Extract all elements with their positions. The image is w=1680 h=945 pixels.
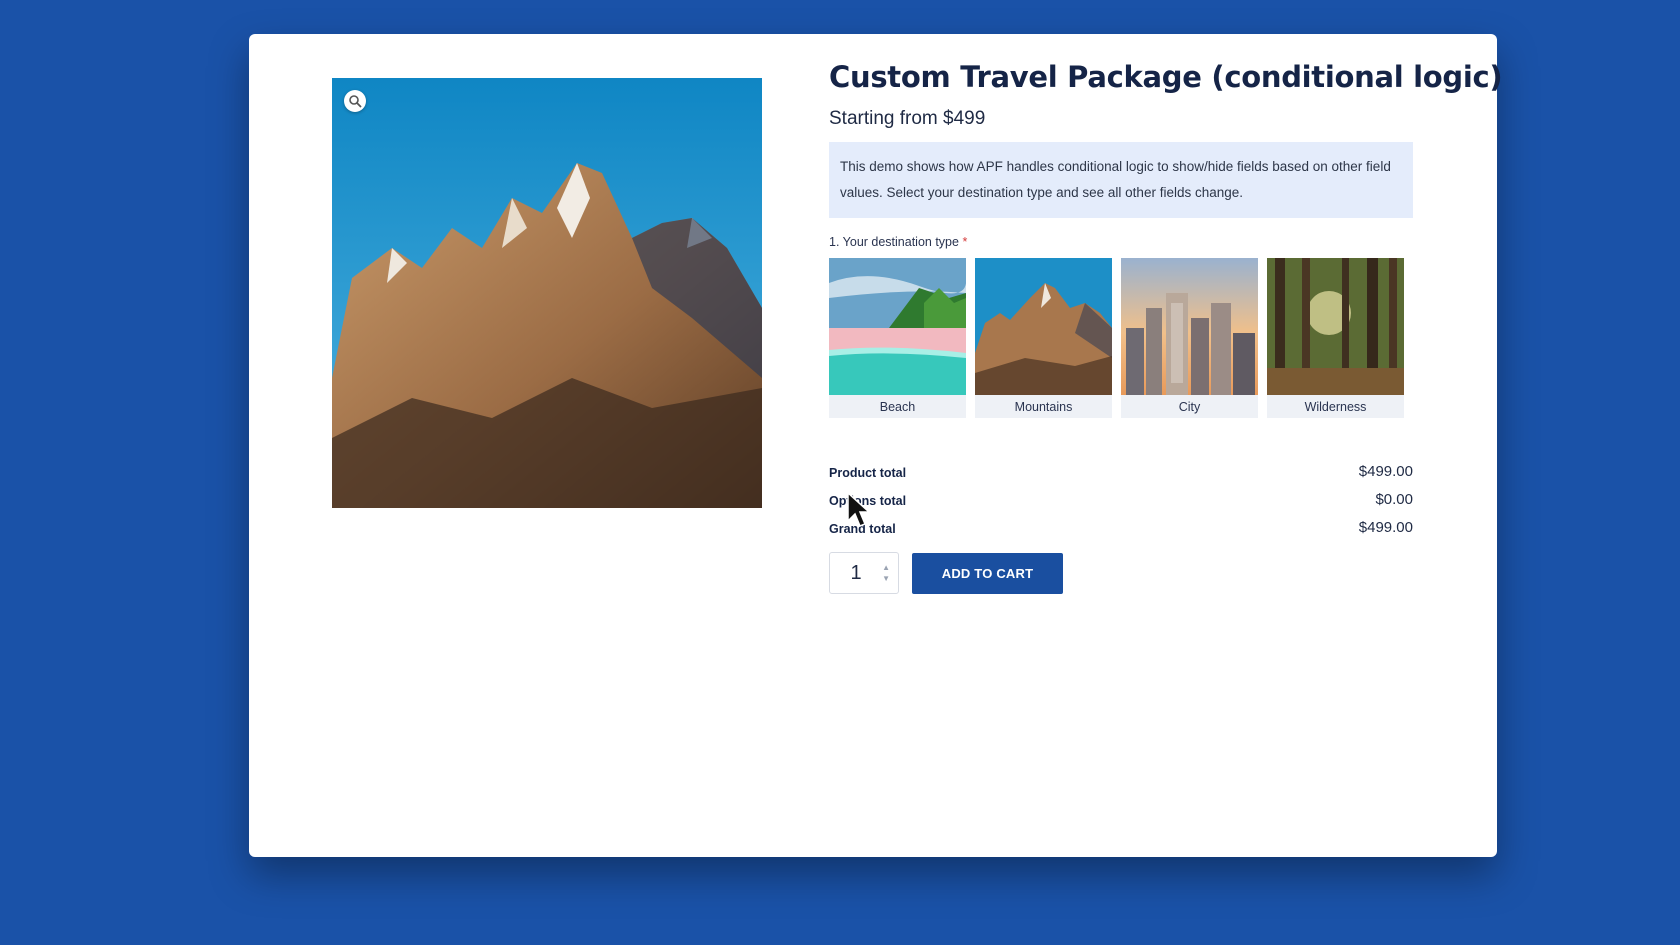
mountains-thumbnail xyxy=(975,258,1112,395)
option-label: Mountains xyxy=(1014,400,1073,414)
mountain-photo xyxy=(332,78,762,508)
option-city[interactable]: City xyxy=(1121,258,1258,418)
option-label: Wilderness xyxy=(1304,400,1367,414)
mouse-cursor-icon xyxy=(847,491,870,527)
grand-total-row: Grand total $499.00 xyxy=(829,508,1413,536)
option-beach[interactable]: Beach xyxy=(829,258,966,418)
product-total-label: Product total xyxy=(829,466,907,480)
product-card: Custom Travel Package (conditional logic… xyxy=(249,34,1503,857)
zoom-button[interactable] xyxy=(344,90,366,112)
product-total-value: $499.00 xyxy=(1358,463,1413,480)
option-label: Beach xyxy=(879,400,916,414)
info-notice: This demo shows how APF handles conditio… xyxy=(829,142,1413,218)
destination-label-text: 1. Your destination type xyxy=(829,235,959,249)
quantity-stepper[interactable]: ▲▼ xyxy=(829,552,899,594)
quantity-input[interactable] xyxy=(834,560,878,586)
destination-options: Beach Mountains City Wilderness xyxy=(829,258,1413,418)
product-details: Custom Travel Package (conditional logic… xyxy=(829,60,1503,594)
options-total-value: $0.00 xyxy=(1375,491,1413,508)
add-to-cart-button[interactable]: ADD TO CART xyxy=(912,552,1063,594)
price-totals: Product total $499.00 Options total $0.0… xyxy=(829,452,1413,536)
cart-controls: ▲▼ ADD TO CART xyxy=(829,552,1413,594)
option-label: City xyxy=(1178,400,1201,414)
magnifier-icon xyxy=(348,94,362,108)
product-title: Custom Travel Package (conditional logic… xyxy=(829,60,1503,94)
option-wilderness[interactable]: Wilderness xyxy=(1267,258,1404,418)
spinner-arrows-icon[interactable]: ▲ ▼ xyxy=(882,562,890,584)
options-total-row: Options total $0.00 xyxy=(829,480,1413,508)
beach-thumbnail xyxy=(829,258,966,395)
product-main-image[interactable] xyxy=(332,78,762,508)
destination-field-label: 1. Your destination type * xyxy=(829,235,1413,249)
wilderness-thumbnail xyxy=(1267,258,1404,395)
option-mountains[interactable]: Mountains xyxy=(975,258,1112,418)
required-mark: * xyxy=(962,235,968,249)
product-price: Starting from $499 xyxy=(829,108,986,129)
city-thumbnail xyxy=(1121,258,1258,395)
product-total-row: Product total $499.00 xyxy=(829,452,1413,480)
grand-total-value: $499.00 xyxy=(1358,519,1413,536)
